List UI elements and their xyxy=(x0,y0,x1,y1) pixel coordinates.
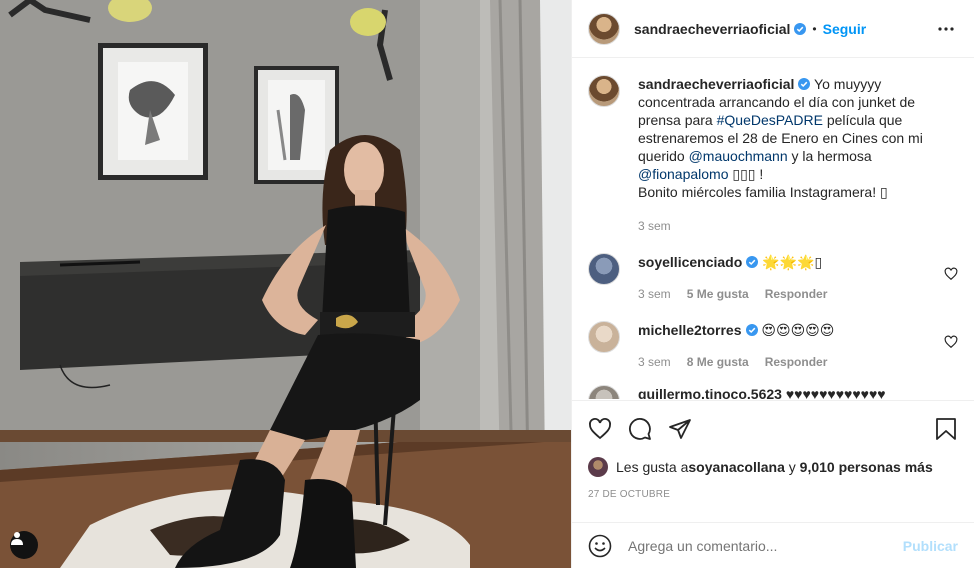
comment-likes[interactable]: 8 Me gusta xyxy=(687,353,749,371)
liker-avatar[interactable] xyxy=(588,457,608,477)
publish-button[interactable]: Publicar xyxy=(903,538,958,554)
comment-username[interactable]: soyellicenciado xyxy=(638,254,742,270)
comment-icon[interactable] xyxy=(628,417,652,441)
more-options-icon xyxy=(938,26,954,31)
comment-username[interactable]: michelle2torres xyxy=(638,322,742,338)
photo-illustration xyxy=(0,0,571,568)
caption-text: y la hermosa xyxy=(787,148,872,164)
commenter-avatar[interactable] xyxy=(588,253,620,285)
likes-summary: Les gusta a soyanacollana y 9,010 person… xyxy=(588,457,958,477)
comment-like-icon[interactable] xyxy=(944,267,958,281)
share-icon[interactable] xyxy=(668,417,692,441)
comment-text: ♥♥♥♥♥♥♥♥♥♥♥♥ xyxy=(781,386,886,399)
post-actions: Les gusta a soyanacollana y 9,010 person… xyxy=(572,400,974,500)
comment-time[interactable]: 3 sem xyxy=(638,353,671,371)
reply-button[interactable]: Responder xyxy=(765,285,828,303)
add-comment-bar: Publicar xyxy=(572,522,974,568)
post-photo[interactable] xyxy=(0,0,571,568)
comment-likes[interactable]: 5 Me gusta xyxy=(687,285,749,303)
mention-link[interactable]: @fionapalomo xyxy=(638,166,729,182)
caption: sandraecheverriaoficial Yo muyyyy concen… xyxy=(588,75,958,235)
post-side-panel: sandraecheverriaoficial • Seguir sandrae… xyxy=(571,0,974,568)
hashtag-link[interactable]: #QueDesPADRE xyxy=(717,112,823,128)
post-date[interactable]: 27 DE OCTUBRE xyxy=(588,489,958,500)
commenter-avatar[interactable] xyxy=(588,385,620,399)
comment-item: michelle2torres 😍😍😍😍😍 3 sem 8 Me gusta Res… xyxy=(588,321,958,371)
follow-button[interactable]: Seguir xyxy=(823,21,867,37)
likes-count[interactable]: 9,010 personas más xyxy=(800,459,933,475)
separator-dot: • xyxy=(812,21,817,36)
user-tag-icon xyxy=(11,532,23,545)
comment-like-icon[interactable] xyxy=(944,335,958,349)
caption-text: ▯▯▯ ! xyxy=(728,166,764,182)
comment-item: guillermo.tinoco.5623 ♥♥♥♥♥♥♥♥♥♥♥♥ xyxy=(588,385,958,399)
caption-time[interactable]: 3 sem xyxy=(638,217,671,235)
mention-link[interactable]: @mauochmann xyxy=(689,148,788,164)
caption-avatar[interactable] xyxy=(588,75,620,107)
comment-username[interactable]: guillermo.tinoco.5623 xyxy=(638,386,782,399)
save-icon[interactable] xyxy=(934,417,958,441)
liker-username[interactable]: soyanacollana xyxy=(688,459,785,475)
verified-badge-icon xyxy=(746,256,759,268)
heart-icon[interactable] xyxy=(588,417,612,441)
comment-text: 🌟🌟🌟▯ xyxy=(758,254,823,270)
comment-input[interactable] xyxy=(628,537,903,554)
comments-list[interactable]: sandraecheverriaoficial Yo muyyyy concen… xyxy=(572,59,974,399)
verified-badge-icon xyxy=(745,324,758,336)
author-avatar[interactable] xyxy=(588,12,620,45)
more-options-button[interactable] xyxy=(934,17,958,41)
reply-button[interactable]: Responder xyxy=(765,353,828,371)
comment-time[interactable]: 3 sem xyxy=(638,285,671,303)
caption-text: Bonito miércoles familia Instagramera! ▯ xyxy=(638,184,888,200)
comment-item: soyellicenciado 🌟🌟🌟▯ 3 sem 5 Me gusta Resp… xyxy=(588,253,958,303)
likes-middle: y xyxy=(784,459,800,475)
verified-badge-icon xyxy=(794,22,807,35)
verified-badge-icon xyxy=(798,78,811,90)
user-tag-button[interactable] xyxy=(10,531,38,559)
emoji-icon[interactable] xyxy=(588,534,612,558)
likes-prefix: Les gusta a xyxy=(616,459,689,475)
instagram-post-view: sandraecheverriaoficial • Seguir sandrae… xyxy=(0,0,974,568)
commenter-avatar[interactable] xyxy=(588,321,620,353)
comment-text: 😍😍😍😍😍 xyxy=(757,322,835,338)
post-header: sandraecheverriaoficial • Seguir xyxy=(572,0,974,58)
author-username[interactable]: sandraecheverriaoficial xyxy=(634,21,790,37)
caption-username[interactable]: sandraecheverriaoficial xyxy=(638,76,794,92)
